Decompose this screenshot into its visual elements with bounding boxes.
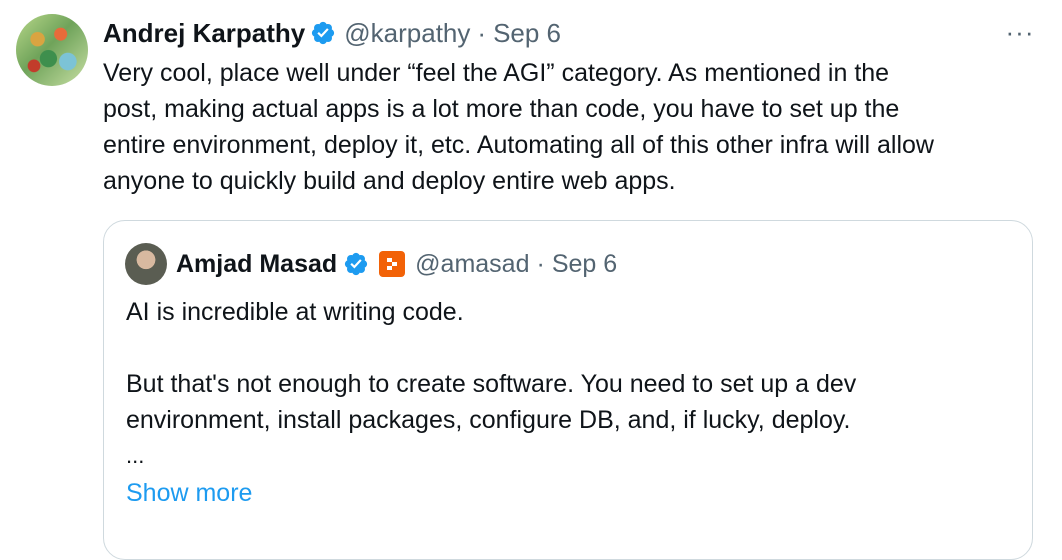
tweet-date[interactable]: Sep 6	[493, 18, 561, 49]
separator-dot: ·	[477, 17, 487, 48]
tweet-text-line: Very cool, place well under “feel the AG…	[103, 59, 890, 87]
quoted-text-line: environment, install packages, configure…	[126, 406, 851, 434]
author-handle[interactable]: @karpathy	[344, 18, 470, 49]
tweet-text: Very cool, place well under “feel the AG…	[103, 55, 1048, 199]
truncation-ellipsis: ...	[126, 443, 145, 468]
avatar[interactable]	[16, 14, 88, 86]
author-name[interactable]: Andrej Karpathy	[103, 18, 305, 49]
replit-logo-icon	[379, 251, 406, 277]
more-horizontal-icon[interactable]: ···	[1004, 17, 1036, 47]
quoted-author-name: Amjad Masad	[176, 249, 338, 278]
tweet[interactable]: Andrej Karpathy @karpathy · Sep 6 ··· Ve…	[0, 0, 1062, 560]
quoted-author-handle: @amasad	[415, 249, 530, 278]
tweet-text-line: post, making actual apps is a lot more t…	[103, 95, 900, 123]
tweet-text-line: entire environment, deploy it, etc. Auto…	[103, 131, 934, 159]
quoted-tweet[interactable]: Amjad Masad @amasad · Sep 6 AI is incred…	[103, 220, 1033, 560]
show-more-link[interactable]: Show more	[126, 475, 252, 511]
quoted-text: AI is incredible at writing code. But th…	[126, 294, 1016, 474]
tweet-header: Andrej Karpathy @karpathy · Sep 6	[103, 16, 561, 50]
quoted-date: Sep 6	[551, 249, 618, 278]
quoted-text-line: But that's not enough to create software…	[126, 370, 857, 398]
separator-dot: ·	[536, 249, 545, 278]
verified-badge-icon	[312, 21, 335, 45]
tweet-text-line: anyone to quickly build and deploy entir…	[103, 167, 676, 195]
quoted-header: Amjad Masad @amasad · Sep 6	[176, 247, 617, 281]
verified-badge-icon	[345, 252, 368, 276]
quoted-paragraph: AI is incredible at writing code.	[126, 298, 464, 326]
quoted-avatar[interactable]	[125, 243, 167, 285]
